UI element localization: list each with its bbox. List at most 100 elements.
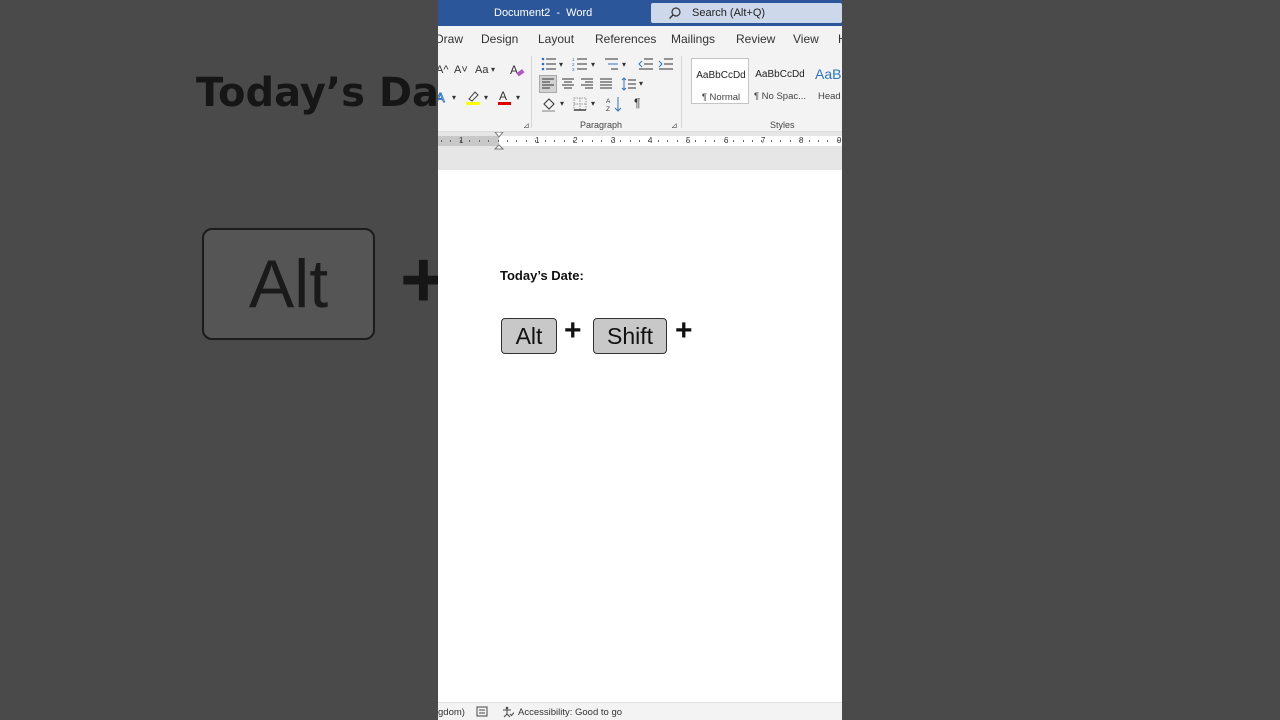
chevron-down-icon: ▾ [516, 93, 521, 102]
status-language[interactable]: gdom) [438, 707, 465, 718]
search-box[interactable]: Search (Alt+Q) [651, 3, 842, 23]
group-divider [681, 56, 682, 128]
show-formatting-icon[interactable]: ¶ [634, 97, 640, 109]
change-case-button[interactable]: Aa [475, 65, 488, 76]
window-title: Document2 - Word [494, 7, 593, 19]
tab-layout[interactable]: Layout [538, 32, 574, 46]
ruler-tick [724, 140, 725, 142]
group-divider [531, 56, 532, 128]
ruler-tick [799, 140, 800, 142]
style-preview: AaBbCcDd [755, 69, 805, 80]
align-center-icon[interactable] [560, 76, 576, 92]
style-name: ¶ No Spac... [753, 91, 807, 102]
ruler-tick [761, 140, 762, 142]
increase-indent-icon[interactable] [658, 57, 674, 71]
ruler-tick [564, 140, 565, 142]
grow-font-button[interactable]: A^ [438, 65, 449, 76]
ruler-tick [695, 140, 696, 142]
search-placeholder: Search (Alt+Q) [692, 7, 766, 19]
paragraph-dialog-launcher-icon[interactable]: ⊿ [671, 121, 678, 130]
clear-formatting-icon[interactable]: A [509, 62, 525, 78]
ruler-tick [705, 140, 706, 142]
ruler-tick [516, 140, 517, 142]
tab-help[interactable]: H [838, 32, 842, 46]
ruler-tick [488, 140, 489, 142]
line-spacing-icon[interactable] [621, 76, 637, 92]
ruler-tick [780, 140, 781, 142]
accessibility-status[interactable]: Accessibility: Good to go [518, 707, 622, 718]
ruler-tick [790, 140, 791, 142]
shrink-font-button[interactable]: A˅ [454, 65, 468, 76]
ruler-tick [630, 140, 631, 142]
background-title: Today’s Date [196, 70, 438, 116]
style-preview: AaB [815, 66, 842, 82]
plus-sign: + [675, 314, 693, 347]
chevron-down-icon: ▾ [622, 60, 627, 69]
ruler-tick [620, 140, 621, 142]
styles-group-label: Styles [770, 120, 795, 130]
align-left-button[interactable] [539, 75, 557, 93]
ruler-tick [686, 140, 687, 142]
sort-icon[interactable]: A Z [606, 96, 624, 112]
ruler-tick [733, 140, 734, 142]
ruler-tick [582, 140, 583, 142]
tab-review[interactable]: Review [736, 32, 775, 46]
text-effects-icon[interactable]: A [438, 90, 450, 104]
ruler-tick [818, 140, 819, 142]
svg-text:A: A [510, 63, 518, 77]
font-dialog-launcher-icon[interactable]: ⊿ [523, 121, 530, 130]
ruler-tick [554, 140, 555, 142]
tab-references[interactable]: References [595, 32, 656, 46]
shading-icon[interactable] [541, 96, 557, 112]
style-heading[interactable]: AaB Head [811, 58, 842, 104]
multilevel-list-icon[interactable] [604, 57, 620, 71]
tab-draw[interactable]: Draw [438, 32, 463, 46]
svg-text:Z: Z [606, 106, 610, 112]
decrease-indent-icon[interactable] [638, 57, 654, 71]
ruler-tick [498, 140, 499, 142]
ruler-tick [450, 140, 451, 142]
numbering-icon[interactable]: 1 2 3 [572, 57, 588, 71]
ruler-tick [658, 140, 659, 142]
accessibility-icon[interactable] [502, 706, 514, 718]
indent-marker-icon[interactable] [494, 132, 504, 152]
ruler-tick [827, 140, 828, 142]
align-left-icon [542, 78, 554, 89]
align-right-icon[interactable] [579, 76, 595, 92]
track-changes-icon[interactable] [476, 706, 488, 717]
ruler-tick [601, 140, 602, 142]
bullets-icon[interactable] [541, 57, 557, 71]
chevron-down-icon: ▾ [559, 60, 564, 69]
chevron-down-icon: ▾ [639, 79, 644, 88]
borders-icon[interactable] [572, 96, 588, 112]
font-color-icon[interactable]: A [497, 89, 513, 105]
tab-view[interactable]: View [793, 32, 819, 46]
ruler-tick [507, 140, 508, 142]
svg-text:A: A [499, 89, 507, 103]
ruler-tick [441, 140, 442, 142]
ruler-tick [639, 140, 640, 142]
style-no-spacing[interactable]: AaBbCcDd ¶ No Spac... [751, 58, 809, 104]
background-key: Alt [202, 228, 375, 340]
highlighter-icon[interactable] [465, 89, 481, 105]
background-right [842, 0, 1280, 720]
ruler-tick [667, 140, 668, 142]
document-page[interactable]: Today’s Date: Alt + Shift + [438, 170, 842, 702]
style-normal[interactable]: AaBbCcDd ¶ Normal [691, 58, 749, 104]
ruler-tick [611, 140, 612, 142]
ruler-tick [743, 140, 744, 142]
search-icon [669, 7, 681, 19]
background-left: Today’s Date Alt + [0, 0, 438, 720]
ribbon: A^ A˅ Aa ▾ A A ▾ ▾ A ▾ ⊿ ▾ 1 2 3 ▾ ▾ ▾ ▾… [438, 52, 842, 132]
justify-icon[interactable] [598, 76, 614, 92]
shift-key: Shift [593, 318, 667, 354]
horizontal-ruler[interactable]: 1 1 2 3 4 5 6 7 8 9 [438, 132, 842, 150]
tab-mailings[interactable]: Mailings [671, 32, 715, 46]
style-preview: AaBbCcDd [696, 70, 746, 81]
tab-design[interactable]: Design [481, 32, 518, 46]
ruler-tick [771, 140, 772, 142]
alt-key: Alt [501, 318, 557, 354]
ribbon-tabs: Draw Design Layout References Mailings R… [438, 26, 842, 52]
chevron-down-icon: ▾ [491, 65, 496, 74]
ruler-tick [592, 140, 593, 142]
